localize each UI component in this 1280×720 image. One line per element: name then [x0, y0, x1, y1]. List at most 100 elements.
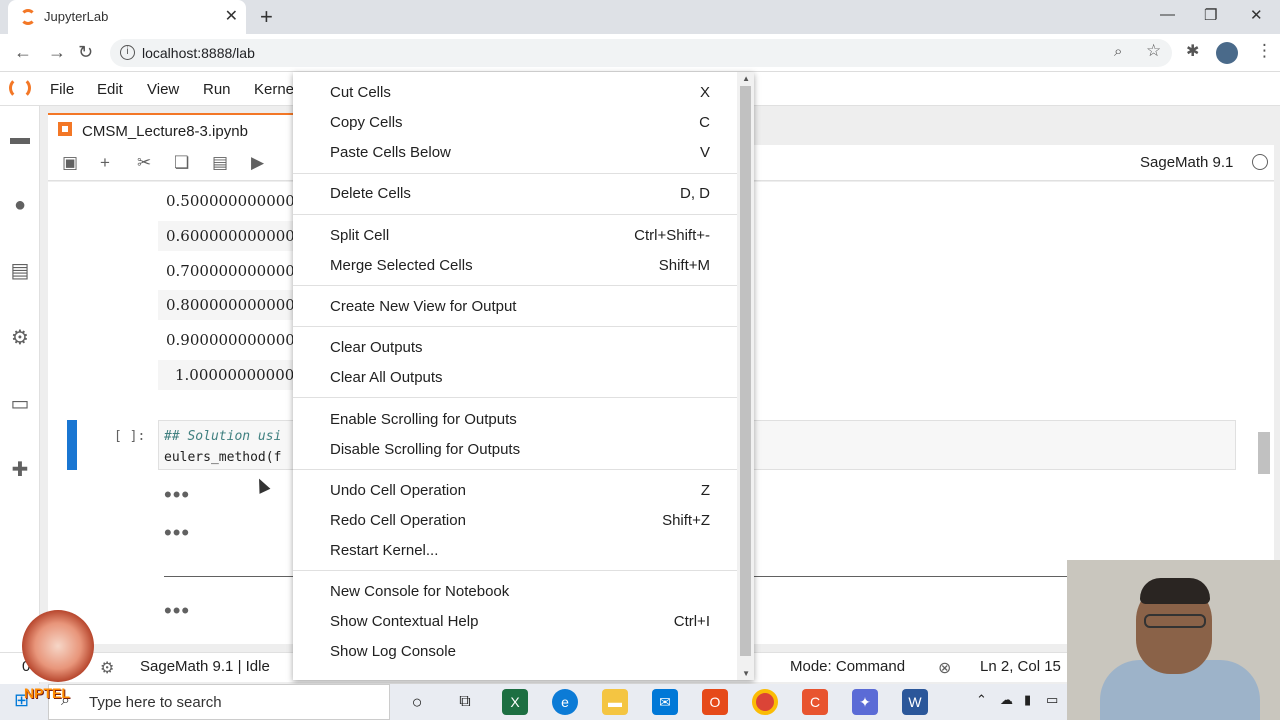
scroll-up-arrow-icon[interactable]: ▲ — [742, 74, 750, 83]
network-app-icon[interactable]: ✦ — [852, 689, 878, 715]
output-value: 0.600000000000000 — [158, 221, 298, 251]
code-line: eulers_method(f — [164, 450, 282, 465]
zoom-icon[interactable]: ⌕ — [1114, 43, 1122, 60]
kernel-name[interactable]: SageMath 9.1 — [1140, 154, 1233, 171]
menu-item-cut-cells[interactable]: Cut Cells — [330, 84, 391, 101]
save-icon[interactable]: ▣ — [62, 153, 78, 173]
site-info-icon[interactable]: i — [120, 45, 135, 60]
close-window-icon[interactable]: ✕ — [1250, 6, 1263, 24]
paste-icon[interactable]: ▤ — [212, 153, 228, 173]
kernel-status-icon — [1252, 154, 1268, 170]
menu-item-undo-cell-operation[interactable]: Undo Cell Operation — [330, 482, 466, 499]
file-explorer-icon[interactable]: ▬ — [602, 689, 628, 715]
close-tab-icon[interactable]: ✕ — [225, 6, 238, 26]
bookmark-star-icon[interactable]: ☆ — [1146, 41, 1161, 61]
collapsed-output-ellipsis-icon[interactable]: ••• — [164, 598, 190, 624]
scroll-down-arrow-icon[interactable]: ▼ — [742, 669, 750, 678]
excel-icon[interactable]: X — [502, 689, 528, 715]
cursor-position[interactable]: Ln 2, Col 15 — [980, 658, 1061, 675]
menu-item-merge-selected-cells[interactable]: Merge Selected Cells — [330, 257, 473, 274]
menu-item-clear-outputs[interactable]: Clear Outputs — [330, 339, 423, 356]
nptel-logo-text: NPTEL — [24, 685, 70, 701]
command-palette-icon[interactable]: ▤ — [8, 259, 32, 283]
forward-icon[interactable]: → — [48, 42, 66, 63]
menu-item-delete-cells[interactable]: Delete Cells — [330, 185, 411, 202]
output-value: 0.900000000000000 — [158, 325, 298, 355]
menu-separator — [293, 285, 737, 286]
shortcut: Ctrl+Shift+- — [634, 227, 710, 244]
browser-tab-title: JupyterLab — [44, 9, 109, 24]
menu-item-paste-cells-below[interactable]: Paste Cells Below — [330, 144, 451, 161]
browser-menu-icon[interactable]: ⋮ — [1256, 41, 1273, 61]
jupyter-favicon-icon — [20, 9, 36, 25]
menu-separator — [293, 570, 737, 571]
shortcut: Z — [700, 482, 710, 499]
url-text: localhost:8888/lab — [142, 45, 255, 61]
notebook-scrollbar[interactable] — [1258, 432, 1270, 474]
cut-icon[interactable]: ✂ — [137, 153, 151, 173]
property-inspector-icon[interactable]: ⚙ — [8, 326, 32, 350]
menu-item-copy-cells[interactable]: Copy Cells — [330, 114, 403, 131]
trusted-icon[interactable]: ⊗ — [938, 658, 951, 678]
network-icon[interactable]: ▭ — [1046, 692, 1058, 708]
onedrive-icon[interactable]: ☁ — [1000, 692, 1013, 708]
taskbar-search-box[interactable]: ⌕ Type here to search — [48, 684, 390, 720]
menu-kernel[interactable]: Kerne — [254, 81, 294, 98]
collapsed-output-ellipsis-icon[interactable]: ••• — [164, 482, 190, 508]
kernel-status[interactable]: SageMath 9.1 | Idle — [140, 658, 270, 675]
menu-item-restart-kernel[interactable]: Restart Kernel... — [330, 542, 438, 559]
menu-separator — [293, 397, 737, 398]
word-icon[interactable]: W — [902, 689, 928, 715]
extensions-icon[interactable]: ✱ — [1186, 41, 1199, 61]
extension-manager-icon[interactable]: ✚ — [8, 458, 32, 482]
restore-icon[interactable]: ❐ — [1204, 6, 1217, 24]
collapsed-output-ellipsis-icon[interactable]: ••• — [164, 520, 190, 546]
active-cell-indicator — [67, 420, 77, 470]
menu-view[interactable]: View — [147, 81, 179, 98]
menu-item-split-cell[interactable]: Split Cell — [330, 227, 389, 244]
running-kernels-icon[interactable]: ● — [8, 193, 32, 217]
microphone-icon[interactable]: ▮ — [1024, 692, 1031, 708]
task-view-icon[interactable]: ⧉ — [452, 689, 478, 715]
jupyter-logo-icon — [9, 77, 31, 99]
profile-avatar[interactable] — [1216, 42, 1238, 64]
cell-prompt: [ ]: — [114, 429, 146, 444]
new-tab-icon[interactable]: + — [260, 4, 273, 30]
omnibox[interactable]: i localhost:8888/lab — [110, 39, 1172, 67]
menu-item-redo-cell-operation[interactable]: Redo Cell Operation — [330, 512, 466, 529]
menu-item-disable-scrolling-for-outputs[interactable]: Disable Scrolling for Outputs — [330, 441, 520, 458]
app-icon[interactable]: C — [802, 689, 828, 715]
notebook-tab[interactable]: CMSM_Lecture8-3.ipynb — [48, 113, 294, 145]
menu-item-new-console-for-notebook[interactable]: New Console for Notebook — [330, 583, 509, 600]
office-icon[interactable]: O — [702, 689, 728, 715]
run-icon[interactable]: ▶ — [251, 153, 264, 173]
chrome-icon[interactable] — [752, 689, 778, 715]
mail-icon[interactable]: ✉ — [652, 689, 678, 715]
back-icon[interactable]: ← — [14, 42, 32, 63]
shortcut: V — [699, 144, 710, 161]
copy-icon[interactable]: ❏ — [174, 153, 189, 173]
menu-edit[interactable]: Edit — [97, 81, 123, 98]
open-tabs-icon[interactable]: ▭ — [8, 392, 32, 416]
shortcut: Shift+Z — [662, 512, 710, 529]
context-menu-scroll-thumb[interactable] — [740, 86, 751, 656]
menu-item-create-new-view-for-output[interactable]: Create New View for Output — [330, 298, 516, 315]
folder-icon[interactable]: ▬ — [8, 126, 32, 150]
menu-item-enable-scrolling-for-outputs[interactable]: Enable Scrolling for Outputs — [330, 411, 517, 428]
kernel-settings-icon[interactable]: ⚙ — [100, 658, 114, 678]
menu-item-show-contextual-help[interactable]: Show Contextual Help — [330, 613, 478, 630]
reload-icon[interactable]: ↻ — [78, 42, 93, 63]
tray-chevron-icon[interactable]: ⌃ — [976, 692, 987, 708]
menu-item-show-log-console[interactable]: Show Log Console — [330, 643, 456, 660]
edge-icon[interactable]: e — [552, 689, 578, 715]
menu-item-clear-all-outputs[interactable]: Clear All Outputs — [330, 369, 443, 386]
browser-tab[interactable]: JupyterLab ✕ — [8, 0, 246, 34]
context-menu: Cut Cells X Copy Cells C Paste Cells Bel… — [293, 72, 754, 680]
menu-file[interactable]: File — [50, 81, 74, 98]
minimize-icon[interactable]: — — [1160, 6, 1175, 23]
menu-run[interactable]: Run — [203, 81, 231, 98]
add-cell-icon[interactable]: + — [100, 153, 110, 173]
menu-separator — [293, 469, 737, 470]
cortana-icon[interactable]: ○ — [404, 689, 430, 715]
context-menu-scrollbar[interactable]: ▲ ▼ — [737, 72, 754, 680]
